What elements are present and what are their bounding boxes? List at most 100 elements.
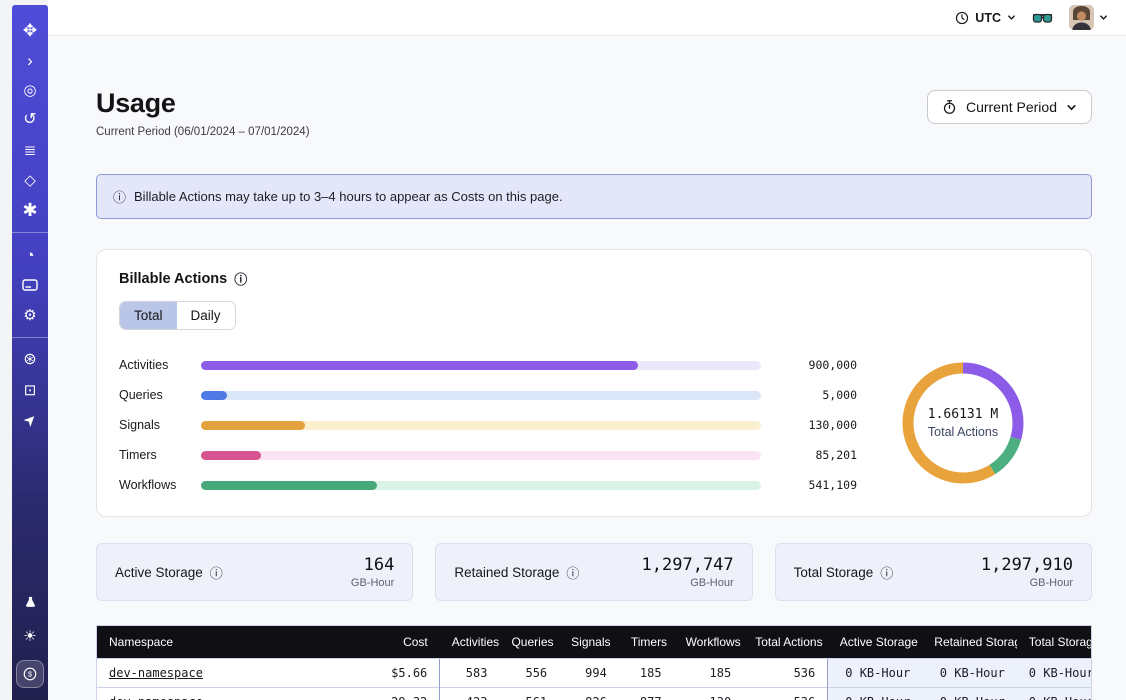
bar-value: 5,000 — [777, 388, 857, 402]
main-content: Usage Current Period (06/01/2024 – 07/01… — [48, 36, 1126, 700]
storage-card-label: Active Storage — [115, 565, 203, 580]
cell-queries: 556 — [499, 659, 559, 688]
cell-workflows: 185 — [674, 659, 744, 688]
clock-icon — [955, 11, 969, 25]
bar-fill — [201, 361, 638, 370]
bar-label: Workflows — [119, 478, 185, 492]
cell-active-storage: 0 KB-Hour — [828, 688, 923, 700]
bar-value: 900,000 — [777, 358, 857, 372]
col-total-actions: Total Actions — [743, 626, 828, 659]
bar-fill — [201, 421, 305, 430]
banner-text: Billable Actions may take up to 3–4 hour… — [134, 189, 563, 204]
cli-terminal-icon[interactable]: ⊡ — [17, 377, 43, 403]
bar-track — [201, 361, 761, 370]
col-queries: Queries — [499, 626, 559, 659]
collapse-sidebar-icon[interactable]: › — [17, 47, 43, 73]
namespace-usage-table: Namespace Cost Activities Queries Signal… — [96, 625, 1092, 700]
billing-card-icon[interactable] — [17, 272, 43, 298]
info-icon[interactable]: ⓘ — [880, 563, 893, 582]
col-workflows: Workflows — [674, 626, 744, 659]
info-icon[interactable]: ⓘ — [234, 269, 247, 288]
usage-gauge-icon[interactable]: ◔ — [17, 242, 43, 268]
table-header-row: Namespace Cost Activities Queries Signal… — [97, 626, 1092, 659]
info-icon[interactable]: ⓘ — [210, 563, 223, 582]
bar-fill — [201, 451, 261, 460]
nexus-asterisk-icon[interactable]: ✱ — [17, 197, 43, 223]
deployments-cube-icon[interactable]: ◇ — [17, 167, 43, 193]
donut-total-label: Total Actions — [928, 425, 998, 439]
bar-value: 130,000 — [777, 418, 857, 432]
col-retained-storage: Retained Storage — [922, 626, 1017, 659]
total-storage-card: Total Storage ⓘ 1,297,910 GB-Hour — [775, 543, 1092, 601]
cell-activities: 583 — [440, 659, 500, 688]
support-lifebuoy-icon[interactable]: ⊛ — [17, 347, 43, 373]
sidebar-divider — [12, 232, 48, 233]
bar-track — [201, 481, 761, 490]
cell-workflows: 130 — [674, 688, 744, 700]
currency-dollar-icon[interactable]: $ — [16, 660, 44, 688]
tab-total[interactable]: Total — [120, 302, 177, 329]
timezone-selector[interactable]: UTC — [955, 11, 1016, 25]
col-active-storage: Active Storage — [828, 626, 923, 659]
labs-flask-icon[interactable] — [17, 589, 43, 615]
bar-row-queries: Queries 5,000 — [119, 388, 857, 402]
col-signals: Signals — [559, 626, 619, 659]
feedback-goggles-icon[interactable] — [1032, 11, 1053, 25]
layers-icon[interactable]: ≣ — [17, 137, 43, 163]
bar-label: Queries — [119, 388, 185, 402]
storage-card-unit: GB-Hour — [642, 577, 734, 589]
sidebar-divider — [12, 337, 48, 338]
sidebar: ✥ › ◎ ↺ ≣ ◇ ✱ ◔ ⚙ ⊛ ⊡ ➤ ☀ $ — [12, 5, 48, 700]
cell-queries: 561 — [499, 688, 559, 700]
timezone-label: UTC — [975, 11, 1001, 25]
cell-activities: 423 — [440, 688, 500, 700]
active-storage-card: Active Storage ⓘ 164 GB-Hour — [96, 543, 413, 601]
chevron-down-icon — [1099, 13, 1108, 22]
namespace-link[interactable]: dev-namespace — [109, 666, 203, 680]
storage-card-unit: GB-Hour — [351, 577, 394, 589]
history-icon[interactable]: ↺ — [17, 107, 43, 133]
settings-gear-icon[interactable]: ⚙ — [17, 302, 43, 328]
bar-value: 541,109 — [777, 478, 857, 492]
cell-total-actions: 536 — [743, 659, 828, 688]
bar-row-workflows: Workflows 541,109 — [119, 478, 857, 492]
info-icon[interactable]: ⓘ — [566, 563, 579, 582]
billable-actions-title: Billable Actions — [119, 271, 227, 287]
info-icon: ⓘ — [113, 187, 126, 206]
rocket-icon[interactable]: ➤ — [12, 402, 49, 439]
bar-fill — [201, 481, 377, 490]
storage-card-label: Total Storage — [794, 565, 874, 580]
bar-fill — [201, 391, 227, 400]
bar-label: Timers — [119, 448, 185, 462]
namespace-link[interactable]: dev-namespace — [109, 695, 203, 700]
theme-sun-icon[interactable]: ☀ — [17, 623, 43, 649]
namespaces-icon[interactable]: ◎ — [17, 77, 43, 103]
cell-cost: $5.66 — [340, 659, 440, 688]
col-total-storage: Total Storage — [1017, 626, 1092, 659]
topbar: UTC — [48, 0, 1126, 36]
bar-value: 85,201 — [777, 448, 857, 462]
period-dropdown-button[interactable]: Current Period — [927, 90, 1092, 124]
user-menu[interactable] — [1069, 5, 1108, 30]
total-actions-donut: 1.66131 M Total Actions — [857, 354, 1069, 492]
billable-actions-chart: Activities 900,000 Queries 5,000 Signals… — [119, 354, 1069, 492]
chevron-down-icon — [1066, 102, 1077, 113]
cell-retained-storage: 0 KB-Hour — [922, 659, 1017, 688]
period-button-label: Current Period — [966, 99, 1057, 115]
action-bars: Activities 900,000 Queries 5,000 Signals… — [119, 354, 857, 492]
donut-total-value: 1.66131 M — [928, 407, 998, 422]
cell-signals: 826 — [559, 688, 619, 700]
cell-retained-storage: 0 KB-Hour — [922, 688, 1017, 700]
cell-total-storage: 0 KB-Hour — [1017, 659, 1092, 688]
billable-actions-banner: ⓘ Billable Actions may take up to 3–4 ho… — [96, 174, 1092, 219]
bar-track — [201, 421, 761, 430]
bar-track — [201, 391, 761, 400]
col-timers: Timers — [619, 626, 674, 659]
storage-card-value: 164 — [351, 555, 394, 575]
tab-daily[interactable]: Daily — [177, 302, 235, 329]
temporal-logo-icon[interactable]: ✥ — [17, 17, 43, 43]
table-row: dev-namespace $5.66 583 556 994 185 185 … — [97, 659, 1092, 688]
storage-card-label: Retained Storage — [454, 565, 559, 580]
retained-storage-card: Retained Storage ⓘ 1,297,747 GB-Hour — [435, 543, 752, 601]
bar-row-timers: Timers 85,201 — [119, 448, 857, 462]
